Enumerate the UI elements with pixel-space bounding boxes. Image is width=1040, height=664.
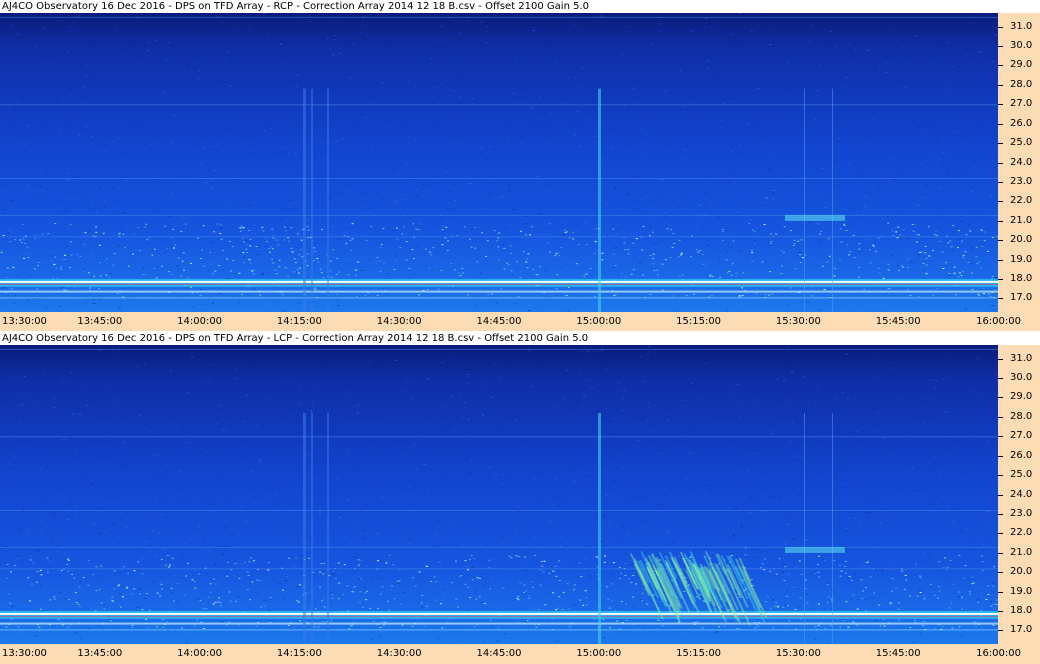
y-tick [998,181,1003,183]
y-tick [998,455,1003,457]
y-tick [998,220,1003,222]
x-tick-label: 15:15:00 [676,316,722,327]
y-tick [998,84,1003,86]
y-tick-label: 19.0 [1010,585,1033,597]
spectrogram-lcp [0,345,998,644]
y-tick [998,513,1003,515]
y-tick-label: 31.0 [1010,20,1033,32]
x-tick-label: 14:00:00 [177,316,223,327]
y-tick-label: 24.0 [1010,156,1033,168]
y-tick-label: 23.0 [1010,175,1033,187]
y-tick-label: 20.0 [1010,234,1033,246]
x-tick-label: 13:30:00 [2,316,47,327]
y-tick [998,397,1003,399]
y-tick-label: 17.0 [1010,292,1033,304]
y-tick-label: 18.0 [1010,273,1033,284]
x-tick-label: 14:45:00 [476,648,522,659]
spectrogram-background [0,345,998,644]
y-tick-label: 29.0 [1010,391,1033,403]
y-tick [998,358,1003,360]
y-tick [998,572,1003,574]
x-axis-lcp: 13:30:00 13:45:00 14:00:00 14:15:00 14:30:00… [0,644,1040,664]
y-tick-label: 27.0 [1010,430,1033,442]
x-axis-rcp: 13:30:00 13:45:00 14:00:00 14:15:00 14:30:00… [0,312,1040,331]
y-tick-label: 22.0 [1010,527,1033,539]
x-tick-label: 13:45:00 [77,648,123,659]
y-tick-label: 28.0 [1010,410,1033,422]
y-tick-label: 29.0 [1010,59,1033,71]
x-tick-label: 16:00:00 [976,648,1021,659]
y-tick [998,26,1003,28]
y-tick [998,475,1003,477]
y-tick-label: 19.0 [1010,253,1033,265]
y-tick-label: 18.0 [1010,605,1033,616]
y-tick [998,416,1003,418]
x-tick-label: 14:30:00 [376,648,422,659]
y-tick-label: 21.0 [1010,214,1033,226]
y-tick-label: 24.0 [1010,488,1033,500]
y-tick [998,201,1003,203]
y-tick [998,143,1003,145]
x-tick-label: 13:45:00 [77,316,123,327]
spectrogram-rcp [0,13,998,312]
y-tick-label: 25.0 [1010,137,1033,149]
y-tick [998,46,1003,47]
chart-title-lcp: AJ4CO Observatory 16 Dec 2016 - DPS on T… [2,333,589,344]
y-tick-label: 27.0 [1010,98,1033,110]
y-tick-label: 25.0 [1010,469,1033,481]
x-tick-label: 15:30:00 [775,316,821,327]
y-tick [998,279,1003,280]
y-tick-label: 26.0 [1010,449,1033,461]
y-tick [998,494,1003,496]
y-tick-label: 26.0 [1010,117,1033,129]
y-tick [998,123,1003,125]
x-tick-label: 15:30:00 [775,648,821,659]
y-axis-lcp: 31.0 30.0 29.0 28.0 27.0 26.0 25.0 24.0 23.0 22.0… [998,345,1040,644]
y-tick [998,591,1003,593]
x-tick-label: 14:15:00 [276,316,322,327]
spectrogram-lcp-svg [0,345,998,644]
y-tick [998,240,1003,242]
y-tick [998,259,1003,261]
x-tick-label: 15:15:00 [676,648,722,659]
y-tick-label: 17.0 [1010,624,1033,636]
x-tick-label: 15:00:00 [576,648,622,659]
y-tick [998,630,1003,632]
spectrogram-background [0,13,998,312]
y-tick [998,378,1003,379]
y-tick [998,533,1003,535]
x-tick-label: 13:30:00 [2,648,47,659]
x-tick-label: 15:45:00 [875,648,921,659]
y-tick [998,611,1003,612]
x-tick-label: 15:45:00 [875,316,921,327]
y-axis-rcp: 31.0 30.0 29.0 28.0 27.0 26.0 25.0 24.0 23.0 22.0… [998,13,1040,312]
y-tick [998,552,1003,554]
y-tick [998,436,1003,438]
y-tick-label: 30.0 [1010,372,1033,383]
y-tick [998,298,1003,300]
x-tick-label: 16:00:00 [976,316,1021,327]
y-tick [998,162,1003,164]
x-tick-label: 14:00:00 [177,648,223,659]
y-tick-label: 21.0 [1010,546,1033,558]
spectrogram-rcp-svg [0,13,998,312]
x-tick-label: 14:45:00 [476,316,522,327]
y-tick-label: 31.0 [1010,352,1033,364]
x-tick-label: 15:00:00 [576,316,622,327]
y-tick-label: 20.0 [1010,566,1033,578]
y-tick-label: 22.0 [1010,195,1033,207]
y-tick [998,65,1003,67]
y-tick-label: 28.0 [1010,78,1033,90]
y-tick-label: 30.0 [1010,40,1033,51]
x-tick-label: 14:30:00 [376,316,422,327]
y-tick [998,104,1003,106]
x-tick-label: 14:15:00 [276,648,322,659]
y-tick-label: 23.0 [1010,507,1033,519]
chart-title-rcp: AJ4CO Observatory 16 Dec 2016 - DPS on T… [2,1,589,12]
